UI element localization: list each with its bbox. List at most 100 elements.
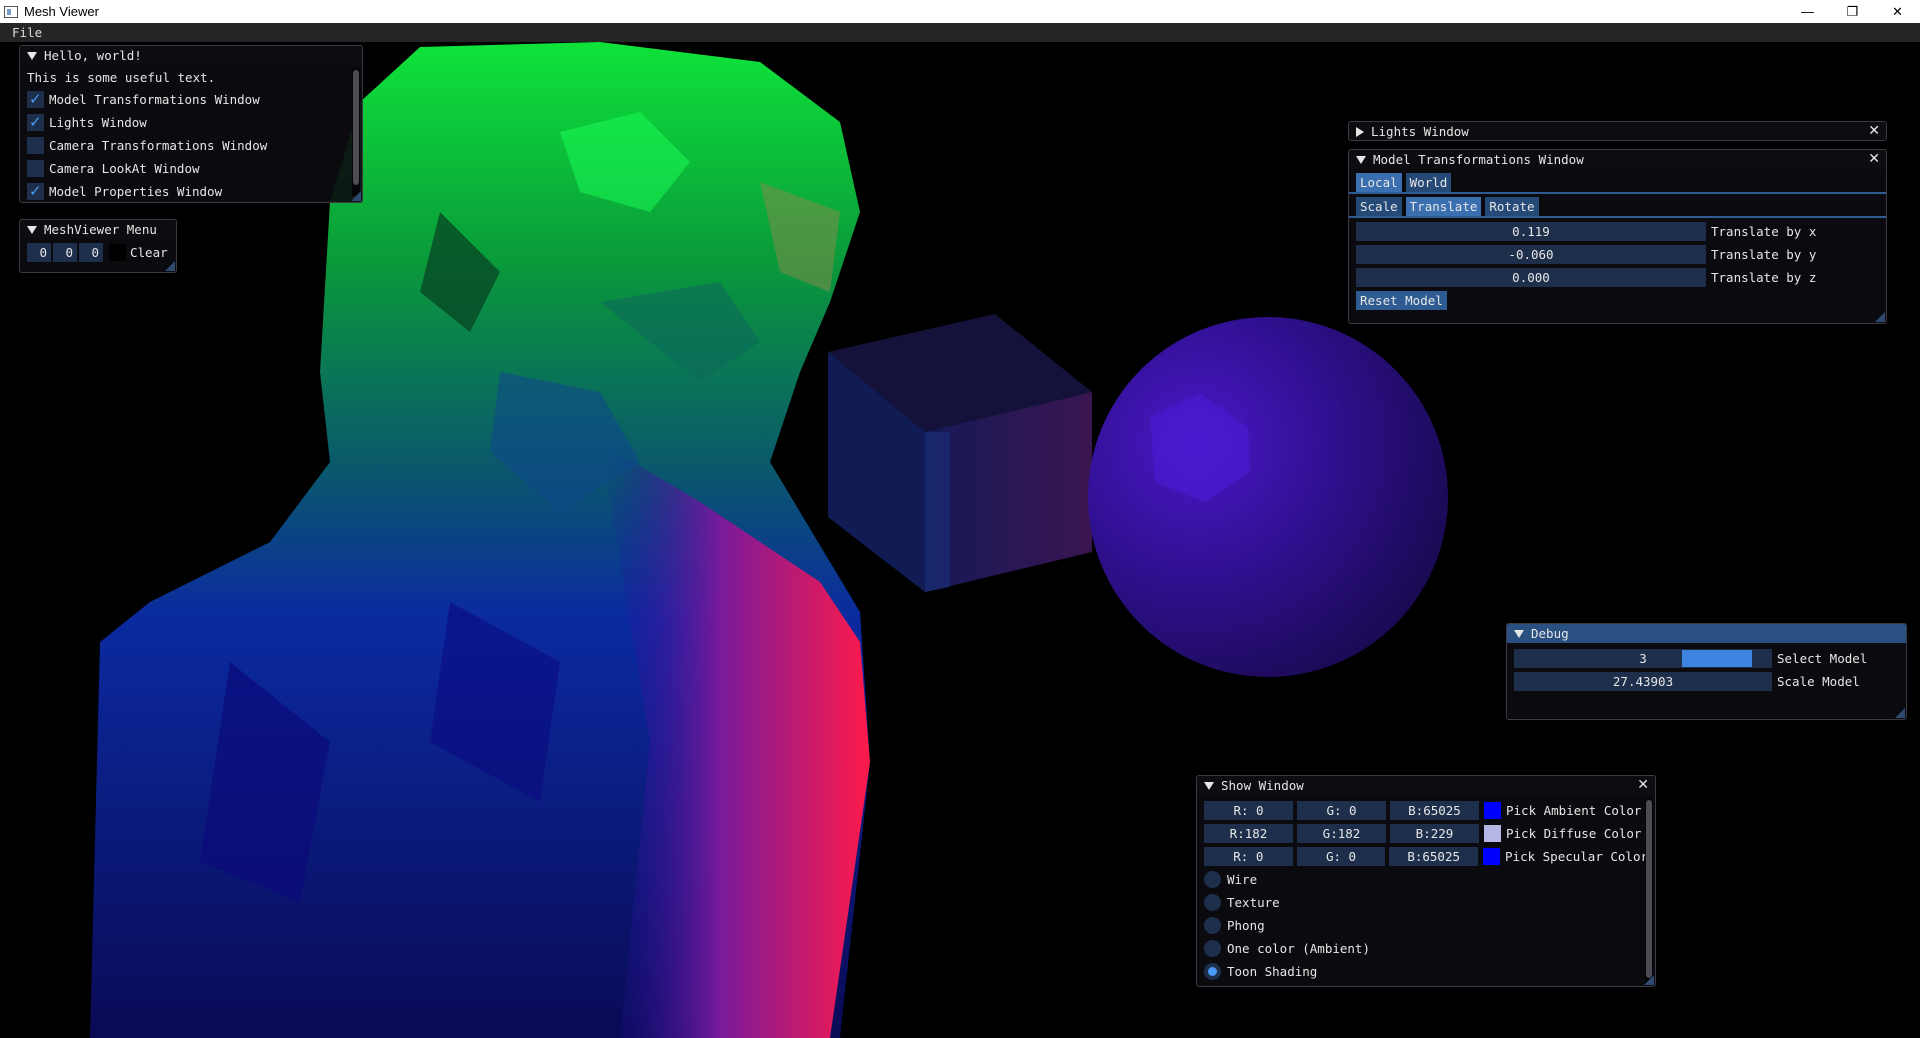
hello-text: This is some useful text. [27, 70, 216, 85]
hello-window[interactable]: Hello, world! This is some useful text. … [19, 45, 363, 203]
value-field-2[interactable]: 0 [53, 243, 77, 262]
diffuse-r-field[interactable]: R:182 [1204, 824, 1293, 843]
radio-wire[interactable] [1204, 871, 1221, 888]
radio-toon-shading[interactable] [1204, 963, 1221, 980]
checkbox-row-model-transformations[interactable]: Model Transformations Window [27, 88, 355, 111]
close-icon[interactable]: ✕ [1637, 777, 1649, 793]
ambient-r-field[interactable]: R: 0 [1204, 801, 1293, 820]
meshviewer-menu-title-text: MeshViewer Menu [44, 222, 157, 237]
close-icon[interactable]: ✕ [1868, 123, 1880, 139]
specular-b-field[interactable]: B:65025 [1389, 847, 1479, 866]
resize-grip[interactable] [165, 261, 175, 271]
collapse-arrow-icon[interactable] [27, 225, 37, 234]
specular-r-field[interactable]: R: 0 [1204, 847, 1293, 866]
slider-grab[interactable] [1682, 650, 1752, 667]
model-transformations-window[interactable]: Model Transformations Window ✕ Local Wor… [1348, 149, 1887, 324]
close-icon[interactable]: ✕ [1868, 151, 1880, 167]
radio-row-texture[interactable]: Texture [1204, 891, 1648, 914]
collapse-arrow-icon[interactable] [1204, 781, 1214, 790]
diffuse-b-field[interactable]: B:229 [1390, 824, 1479, 843]
lights-window[interactable]: Lights Window ✕ [1348, 121, 1887, 141]
radio-phong[interactable] [1204, 917, 1221, 934]
debug-window-title-text: Debug [1531, 626, 1569, 641]
meshviewer-menu-window[interactable]: MeshViewer Menu 0 0 0 Clear [19, 219, 177, 273]
ambient-color-swatch[interactable] [1484, 802, 1501, 819]
debug-window-title[interactable]: Debug [1507, 624, 1906, 643]
scrollbar-grab[interactable] [1646, 800, 1652, 978]
clear-button[interactable]: Clear [130, 245, 168, 260]
checkbox-camera-transformations[interactable] [27, 137, 44, 154]
close-window-button[interactable]: ✕ [1875, 0, 1920, 23]
color-swatch[interactable] [109, 244, 126, 261]
checkbox-label: Camera Transformations Window [49, 138, 268, 153]
translate-z-label: Translate by z [1711, 270, 1817, 285]
checkbox-row-camera-transformations[interactable]: Camera Transformations Window [27, 134, 355, 157]
value-field-3[interactable]: 0 [79, 243, 103, 262]
collapse-arrow-icon[interactable] [27, 51, 37, 60]
diffuse-g-field[interactable]: G:182 [1297, 824, 1386, 843]
select-model-label: Select Model [1777, 651, 1868, 666]
show-window-title[interactable]: Show Window ✕ [1197, 776, 1655, 795]
lights-window-title[interactable]: Lights Window ✕ [1349, 122, 1886, 140]
debug-window[interactable]: Debug 3 Select Model 27.43903 Scale Mode… [1506, 623, 1907, 720]
show-window[interactable]: Show Window ✕ R: 0 G: 0 B:65025 Pick Amb… [1196, 775, 1656, 987]
reset-model-button[interactable]: Reset Model [1356, 291, 1447, 310]
checkbox-model-properties[interactable] [27, 182, 44, 200]
value-field-1[interactable]: 0 [27, 243, 51, 262]
checkbox-row-model-properties[interactable]: Model Properties Window [27, 180, 355, 202]
radio-row-wire[interactable]: Wire [1204, 868, 1648, 891]
hello-window-title[interactable]: Hello, world! [20, 46, 362, 65]
collapse-arrow-icon[interactable] [1514, 629, 1524, 638]
specular-color-label: Pick Specular Color [1505, 849, 1649, 864]
ambient-g-field[interactable]: G: 0 [1297, 801, 1386, 820]
specular-color-swatch[interactable] [1483, 848, 1501, 865]
tab-translate[interactable]: Translate [1405, 197, 1482, 216]
radio-label: Texture [1227, 895, 1280, 910]
radio-texture[interactable] [1204, 894, 1221, 911]
checkbox-row-camera-lookat[interactable]: Camera LookAt Window [27, 157, 355, 180]
select-model-slider[interactable]: 3 [1514, 649, 1772, 668]
translate-z-drag[interactable]: 0.000 [1356, 268, 1706, 287]
resize-grip[interactable] [1644, 975, 1654, 985]
radio-label: Phong [1227, 918, 1265, 933]
tab-rotate[interactable]: Rotate [1485, 197, 1539, 216]
tab-underline [1349, 192, 1886, 194]
tab-local[interactable]: Local [1356, 173, 1402, 192]
specular-g-field[interactable]: G: 0 [1296, 847, 1386, 866]
scale-model-row: 27.43903 Scale Model [1514, 670, 1899, 693]
ambient-color-label: Pick Ambient Color [1506, 803, 1642, 818]
collapse-arrow-icon[interactable] [1356, 155, 1366, 164]
radio-row-one-color[interactable]: One color (Ambient) [1204, 937, 1648, 960]
translate-y-drag[interactable]: -0.060 [1356, 245, 1706, 264]
scrollbar-grab[interactable] [353, 70, 359, 185]
ambient-color-row: R: 0 G: 0 B:65025 Pick Ambient Color [1204, 799, 1648, 822]
resize-grip[interactable] [1875, 312, 1885, 322]
checkbox-model-transformations[interactable] [27, 90, 44, 108]
window-controls: — ❐ ✕ [1785, 0, 1920, 23]
minimize-button[interactable]: — [1785, 0, 1830, 23]
scale-model-drag[interactable]: 27.43903 [1514, 672, 1772, 691]
meshviewer-menu-title[interactable]: MeshViewer Menu [20, 220, 176, 239]
checkbox-lights[interactable] [27, 113, 44, 131]
show-window-title-text: Show Window [1221, 778, 1304, 793]
radio-row-toon-shading[interactable]: Toon Shading [1204, 960, 1648, 983]
checkbox-camera-lookat[interactable] [27, 160, 44, 177]
resize-grip[interactable] [351, 191, 361, 201]
expand-arrow-icon[interactable] [1356, 126, 1364, 137]
resize-grip[interactable] [1895, 708, 1905, 718]
checkbox-row-lights[interactable]: Lights Window [27, 111, 355, 134]
model-transformations-title[interactable]: Model Transformations Window ✕ [1349, 150, 1886, 169]
translate-x-drag[interactable]: 0.119 [1356, 222, 1706, 241]
radio-label: Wire [1227, 872, 1258, 887]
hello-scrollbar[interactable] [352, 68, 360, 196]
radio-one-color[interactable] [1204, 940, 1221, 957]
tab-world[interactable]: World [1405, 173, 1452, 192]
diffuse-color-swatch[interactable] [1484, 825, 1501, 842]
ambient-b-field[interactable]: B:65025 [1390, 801, 1479, 820]
restore-button[interactable]: ❐ [1830, 0, 1875, 23]
radio-row-phong[interactable]: Phong [1204, 914, 1648, 937]
tab-scale[interactable]: Scale [1356, 197, 1402, 216]
show-scrollbar[interactable] [1645, 798, 1653, 983]
checkbox-label: Model Properties Window [49, 184, 223, 199]
menu-file[interactable]: File [12, 25, 42, 40]
